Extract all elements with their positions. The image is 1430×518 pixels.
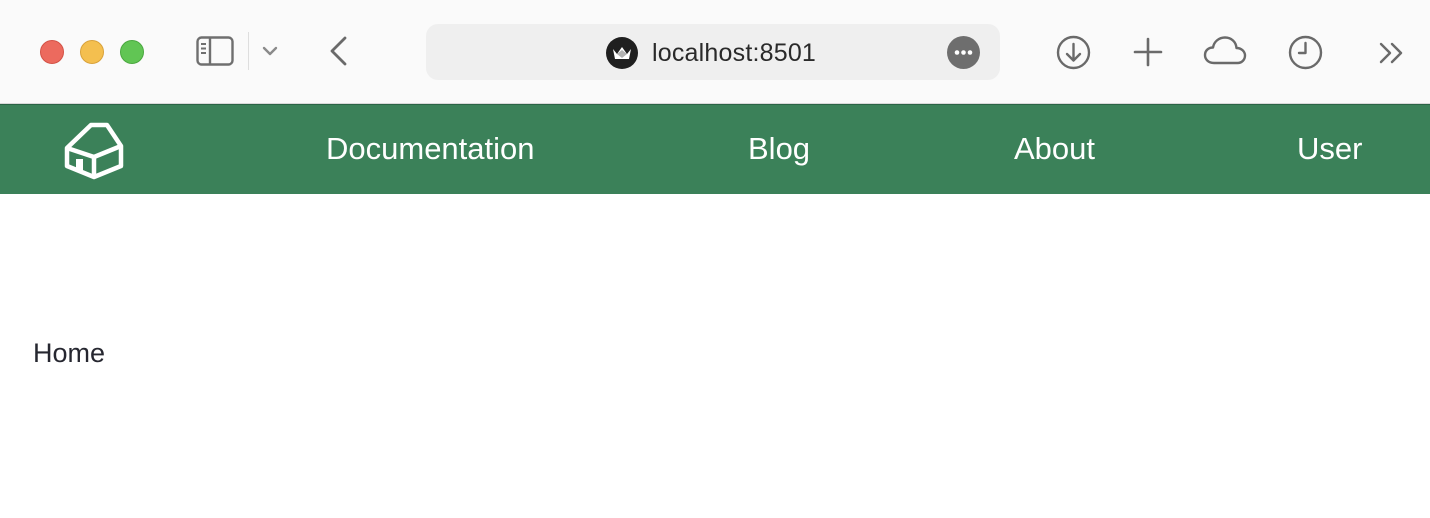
page-body-text: Home	[33, 338, 106, 368]
history-icon[interactable]	[1288, 35, 1323, 70]
house-icon[interactable]	[63, 120, 125, 180]
main-content: Home	[0, 194, 1430, 518]
maximize-window-button[interactable]	[120, 40, 144, 64]
chevron-down-icon[interactable]	[262, 46, 278, 57]
nav-link-about[interactable]: About	[1014, 131, 1095, 167]
address-bar[interactable]: localhost:8501	[426, 24, 1000, 80]
minimize-window-button[interactable]	[80, 40, 104, 64]
browser-window: localhost:8501 Documentation Blog About …	[0, 0, 1430, 518]
nav-link-user[interactable]: User	[1297, 131, 1362, 167]
toolbar-divider	[248, 32, 249, 70]
browser-toolbar: localhost:8501	[0, 0, 1430, 104]
new-tab-icon[interactable]	[1133, 37, 1163, 67]
sidebar-icon[interactable]	[196, 36, 234, 66]
back-icon[interactable]	[328, 35, 348, 67]
overflow-icon[interactable]	[1378, 41, 1406, 65]
nav-link-documentation[interactable]: Documentation	[326, 131, 535, 167]
download-icon[interactable]	[1056, 35, 1091, 70]
cloud-icon[interactable]	[1203, 35, 1247, 67]
nav-link-blog[interactable]: Blog	[748, 131, 810, 167]
top-navbar: Documentation Blog About User	[0, 104, 1430, 194]
page-menu-icon[interactable]	[947, 36, 980, 69]
close-window-button[interactable]	[40, 40, 64, 64]
site-favicon	[606, 37, 638, 69]
url-text: localhost:8501	[652, 39, 817, 67]
